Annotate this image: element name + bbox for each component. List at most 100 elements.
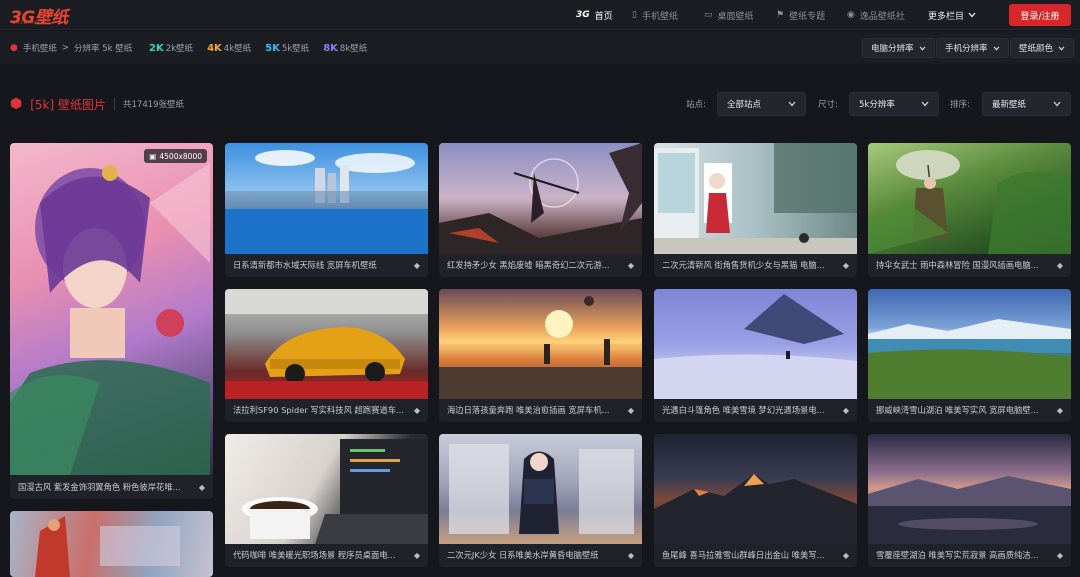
sort-filter-label: 排序:: [950, 100, 970, 110]
tag-icon: ◆: [1056, 260, 1063, 270]
wallpaper-thumbnail[interactable]: [654, 289, 857, 399]
sort-select[interactable]: 最新壁纸: [982, 92, 1071, 116]
site-logo[interactable]: 3G壁纸 WALLPAPER: [10, 4, 68, 28]
wallpaper-image: [225, 150, 428, 254]
card-caption[interactable]: 二次元清新风 街角售货机少女与黑猫 电脑... ◆: [654, 253, 857, 277]
size-select[interactable]: 5k分辨率: [849, 92, 939, 116]
nav-premium[interactable]: ◉ 逸品壁纸社: [847, 0, 905, 30]
card-caption[interactable]: 光遇白斗篷角色 唯美雪境 梦幻光遇场景电... ◆: [654, 398, 857, 422]
wallpaper-thumbnail[interactable]: [225, 143, 428, 254]
wallpaper-card[interactable]: 二次元清新风 街角售货机少女与黑猫 电脑... ◆: [654, 143, 857, 277]
wallpaper-image: [868, 150, 1071, 254]
chevron-down-icon: [919, 45, 925, 51]
breadcrumb-phone[interactable]: 手机壁纸: [23, 42, 57, 54]
wallpaper-image: [654, 474, 857, 544]
card-caption[interactable]: 雪覆座壁湖泊 唯美写实荒寂景 高画质纯洁... ◆: [868, 543, 1071, 567]
chevron-down-icon: [921, 101, 929, 107]
card-caption[interactable]: 国漫古风 紫发金饰羽翼角色 粉色彼岸花唯... ◆: [10, 475, 213, 499]
nav-topics[interactable]: ⚑ 壁纸专题: [776, 0, 825, 30]
wallpaper-thumbnail[interactable]: [225, 289, 428, 399]
card-caption[interactable]: 海边日落孩童奔跑 唯美治愈插画 宽屏车机... ◆: [439, 398, 642, 422]
card-caption[interactable]: 挪威峡湾雪山湖泊 唯美写实风 宽屏电脑壁... ◆: [868, 398, 1071, 422]
nav-phone-wallpaper[interactable]: ▯ 手机壁纸: [632, 0, 678, 30]
wallpaper-card[interactable]: 持伞女武士 雨中森林冒险 国漫风插画电脑... ◆: [868, 143, 1071, 277]
wallpaper-count: 共17419张壁纸: [123, 100, 185, 110]
res-link-2k[interactable]: 2K 2k壁纸: [149, 42, 193, 54]
chevron-down-icon: [788, 101, 796, 107]
planet-icon: ◉: [847, 10, 855, 20]
wallpaper-card[interactable]: 光遇白斗篷角色 唯美雪境 梦幻光遇场景电... ◆: [654, 289, 857, 422]
pc-resolution-filter[interactable]: 电脑分辨率: [862, 38, 935, 58]
phone-icon: ▯: [632, 10, 637, 20]
wallpaper-card[interactable]: 鱼尾峰 喜马拉雅雪山群峰日出金山 唯美写... ◆: [654, 434, 857, 567]
wallpaper-card[interactable]: 法拉利SF90 Spider 写实科技风 超跑赛道车... ◆: [225, 289, 428, 422]
wallpaper-card[interactable]: ▣ 4500x8000 国漫古风 紫发金饰羽翼角色 粉色彼岸花唯... ◆: [10, 143, 213, 499]
tag-icon: ◆: [198, 482, 205, 492]
wallpaper-image: [242, 439, 428, 544]
wallpaper-image: [868, 476, 1071, 544]
login-register-button[interactable]: 登录/注册: [1009, 4, 1071, 26]
wallpaper-thumbnail[interactable]: [654, 143, 857, 254]
wallpaper-thumbnail[interactable]: [868, 143, 1071, 254]
wallpaper-thumbnail[interactable]: [10, 511, 213, 577]
tag-icon: ◆: [842, 260, 849, 270]
wallpaper-card[interactable]: [10, 511, 213, 577]
site-filter-label: 站点:: [686, 100, 706, 110]
tag-icon: ◆: [1056, 550, 1063, 560]
wallpaper-card[interactable]: 红发持矛少女 黑焰废墟 暗黑奇幻二次元游... ◆: [439, 143, 642, 277]
wallpaper-image: [439, 143, 642, 254]
section-title: [5k] 壁纸图片: [30, 97, 106, 112]
bookmark-icon: ⚑: [776, 10, 785, 20]
nav-desktop-label: 桌面壁纸: [717, 11, 754, 22]
monitor-icon: ▭: [704, 10, 713, 20]
wallpaper-thumbnail[interactable]: [439, 289, 642, 399]
res-link-5k[interactable]: 5K 5k壁纸: [265, 42, 309, 54]
card-caption[interactable]: 日系清新都市水域天际线 宽屏车机壁纸 ◆: [225, 253, 428, 277]
card-caption[interactable]: 代码咖啡 唯美暖光职场场景 程序员桌面电... ◆: [225, 543, 428, 567]
wallpaper-card[interactable]: 海边日落孩童奔跑 唯美治愈插画 宽屏车机... ◆: [439, 289, 642, 422]
wallpaper-thumbnail[interactable]: [225, 434, 428, 544]
wallpaper-image: [449, 444, 634, 534]
breadcrumb-current: 分辨率 5k 壁纸: [74, 43, 133, 54]
wallpaper-thumbnail[interactable]: [439, 143, 642, 254]
wallpaper-thumbnail[interactable]: [868, 289, 1071, 399]
wallpaper-card[interactable]: 代码咖啡 唯美暖光职场场景 程序员桌面电... ◆: [225, 434, 428, 567]
breadcrumb-separator: >: [61, 42, 69, 53]
tag-icon: ◆: [627, 405, 634, 415]
section-heading: ⬢ [5k] 壁纸图片 共17419张壁纸: [10, 93, 184, 115]
tag-icon: ◆: [413, 405, 420, 415]
wallpaper-card[interactable]: 挪威峡湾雪山湖泊 唯美写实风 宽屏电脑壁... ◆: [868, 289, 1071, 422]
wallpaper-thumbnail[interactable]: [868, 434, 1071, 544]
site-select[interactable]: 全部站点: [717, 92, 806, 116]
wallpaper-image: [225, 289, 428, 399]
nav-home[interactable]: 3G 首页: [576, 0, 613, 30]
wallpaper-card[interactable]: 二次元JK少女 日系唯美水岸黄昏电脑壁纸 ◆: [439, 434, 642, 567]
card-caption[interactable]: 鱼尾峰 喜马拉雅雪山群峰日出金山 唯美写... ◆: [654, 543, 857, 567]
resolution-badge: ▣ 4500x8000: [144, 149, 207, 163]
wallpaper-image: [10, 163, 210, 475]
nav-desktop-wallpaper[interactable]: ▭ 桌面壁纸: [704, 0, 754, 30]
wallpaper-thumbnail[interactable]: ▣ 4500x8000: [10, 143, 213, 475]
wallpaper-image: [868, 319, 1071, 399]
more-columns-dropdown[interactable]: 更多栏目: [928, 0, 976, 30]
res-link-8k[interactable]: 8K 8k壁纸: [323, 42, 367, 54]
resolution-links: 2K 2k壁纸 4K 4k壁纸 5K 5k壁纸 8K 8k壁纸: [149, 31, 367, 64]
card-caption[interactable]: 法拉利SF90 Spider 写实科技风 超跑赛道车... ◆: [225, 398, 428, 422]
tag-icon: ◆: [1056, 405, 1063, 415]
nav-topics-label: 壁纸专题: [789, 11, 826, 22]
breadcrumb: ● 手机壁纸 > 分辨率 5k 壁纸: [10, 31, 132, 64]
wallpaper-card[interactable]: 雪覆座壁湖泊 唯美写实荒寂景 高画质纯洁... ◆: [868, 434, 1071, 567]
card-caption[interactable]: 持伞女武士 雨中森林冒险 国漫风插画电脑... ◆: [868, 253, 1071, 277]
wallpaper-thumbnail[interactable]: [654, 434, 857, 544]
wallpaper-image: [35, 516, 180, 577]
wallpaper-thumbnail[interactable]: [439, 434, 642, 544]
wallpaper-color-filter[interactable]: 壁纸颜色: [1010, 38, 1075, 58]
tag-icon: ◆: [627, 260, 634, 270]
wallpaper-card[interactable]: 日系清新都市水域天际线 宽屏车机壁纸 ◆: [225, 143, 428, 277]
chevron-down-icon: [1053, 101, 1061, 107]
card-caption[interactable]: 二次元JK少女 日系唯美水岸黄昏电脑壁纸 ◆: [439, 543, 642, 567]
phone-resolution-filter[interactable]: 手机分辨率: [936, 38, 1009, 58]
res-link-4k[interactable]: 4K 4k壁纸: [207, 42, 251, 54]
card-caption[interactable]: 红发持矛少女 黑焰废墟 暗黑奇幻二次元游... ◆: [439, 253, 642, 277]
tag-icon: ◆: [627, 550, 634, 560]
